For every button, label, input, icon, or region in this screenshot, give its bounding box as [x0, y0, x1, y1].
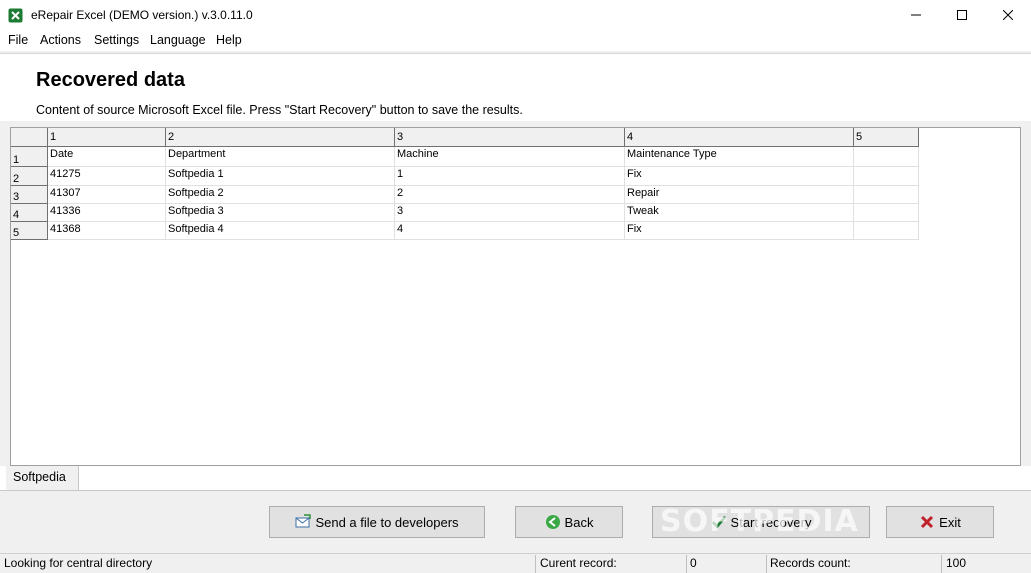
column-header[interactable]: 2: [166, 128, 395, 147]
records-count-label: Records count:: [770, 556, 851, 570]
minimize-button[interactable]: [893, 0, 939, 31]
data-grid[interactable]: 1 2 3 4 5 1 Date Department Machine Maintenance T…: [10, 127, 1021, 466]
grid-cell[interactable]: Fix: [625, 222, 854, 240]
grid-cell[interactable]: 1: [395, 167, 625, 186]
header-panel: Recovered data Content of source Microso…: [0, 53, 1031, 121]
page-description: Content of source Microsoft Excel file. …: [36, 103, 523, 117]
records-count-value: 100: [946, 556, 967, 570]
row-header[interactable]: 2: [11, 167, 48, 186]
column-header[interactable]: 1: [48, 128, 166, 147]
menu-actions[interactable]: Actions: [40, 33, 81, 47]
status-bar: Looking for central directory Curent rec…: [0, 553, 1031, 573]
current-record-value: 0: [690, 556, 697, 570]
grid-cell[interactable]: Softpedia 2: [166, 186, 395, 204]
grid-cell[interactable]: [854, 222, 919, 240]
maximize-icon: [957, 9, 967, 23]
close-icon: [1002, 9, 1014, 23]
sheet-tab-strip: Softpedia: [0, 466, 1031, 491]
grid-cell[interactable]: [854, 147, 919, 167]
grid-cell[interactable]: 3: [395, 204, 625, 222]
row-header[interactable]: 1: [11, 147, 48, 167]
back-button[interactable]: Back: [515, 506, 623, 538]
title-bar: eRepair Excel (DEMO version.) v.3.0.11.0: [0, 0, 1031, 31]
send-mail-icon: [295, 514, 312, 530]
grid-cell[interactable]: Softpedia 4: [166, 222, 395, 240]
menu-bar: File Actions Settings Language Help: [0, 31, 1031, 51]
exit-label: Exit: [939, 514, 961, 530]
back-arrow-icon: [545, 514, 561, 530]
row-header[interactable]: 5: [11, 222, 48, 240]
app-icon: [8, 8, 23, 23]
minimize-icon: [911, 9, 921, 23]
grid-cell[interactable]: Maintenance Type: [625, 147, 854, 167]
exit-button[interactable]: Exit: [886, 506, 994, 538]
grid-cell[interactable]: [854, 186, 919, 204]
sheet-tab[interactable]: Softpedia: [6, 466, 79, 490]
grid-cell[interactable]: Tweak: [625, 204, 854, 222]
back-label: Back: [564, 514, 594, 530]
grid-corner[interactable]: [11, 128, 48, 147]
grid-cell[interactable]: 41336: [48, 204, 166, 222]
grid-cell[interactable]: Machine: [395, 147, 625, 167]
status-divider: [941, 555, 942, 573]
menu-language[interactable]: Language: [150, 33, 206, 47]
close-button[interactable]: [985, 0, 1031, 31]
grid-cell[interactable]: Department: [166, 147, 395, 167]
status-divider: [686, 555, 687, 573]
grid-cell[interactable]: Softpedia 3: [166, 204, 395, 222]
checkmark-icon: [711, 514, 727, 530]
grid-cell[interactable]: Date: [48, 147, 166, 167]
grid-cell[interactable]: Repair: [625, 186, 854, 204]
send-file-label: Send a file to developers: [315, 514, 459, 530]
grid-cell[interactable]: Fix: [625, 167, 854, 186]
grid-cell[interactable]: [854, 167, 919, 186]
window-title: eRepair Excel (DEMO version.) v.3.0.11.0: [31, 8, 253, 22]
row-header[interactable]: 4: [11, 204, 48, 222]
column-header[interactable]: 4: [625, 128, 854, 147]
menu-help[interactable]: Help: [216, 33, 242, 47]
grid-cell[interactable]: 41368: [48, 222, 166, 240]
current-record-label: Curent record:: [540, 556, 617, 570]
send-file-button[interactable]: Send a file to developers: [269, 506, 485, 538]
grid-cell[interactable]: 2: [395, 186, 625, 204]
status-message: Looking for central directory: [4, 556, 153, 570]
grid-cell[interactable]: 41307: [48, 186, 166, 204]
column-header[interactable]: 5: [854, 128, 919, 147]
grid-cell[interactable]: [854, 204, 919, 222]
maximize-button[interactable]: [939, 0, 985, 31]
column-header[interactable]: 3: [395, 128, 625, 147]
grid-cell[interactable]: 41275: [48, 167, 166, 186]
row-header[interactable]: 3: [11, 186, 48, 204]
menu-file[interactable]: File: [8, 33, 28, 47]
menu-settings[interactable]: Settings: [94, 33, 139, 47]
app-window: eRepair Excel (DEMO version.) v.3.0.11.0…: [0, 0, 1031, 573]
start-recovery-button[interactable]: Start recovery: [652, 506, 870, 538]
status-divider: [535, 555, 536, 573]
page-title: Recovered data: [36, 69, 185, 91]
grid-cell[interactable]: 4: [395, 222, 625, 240]
grid-cell[interactable]: Softpedia 1: [166, 167, 395, 186]
status-divider: [766, 555, 767, 573]
exit-x-icon: [919, 514, 935, 530]
start-recovery-label: Start recovery: [730, 514, 812, 530]
